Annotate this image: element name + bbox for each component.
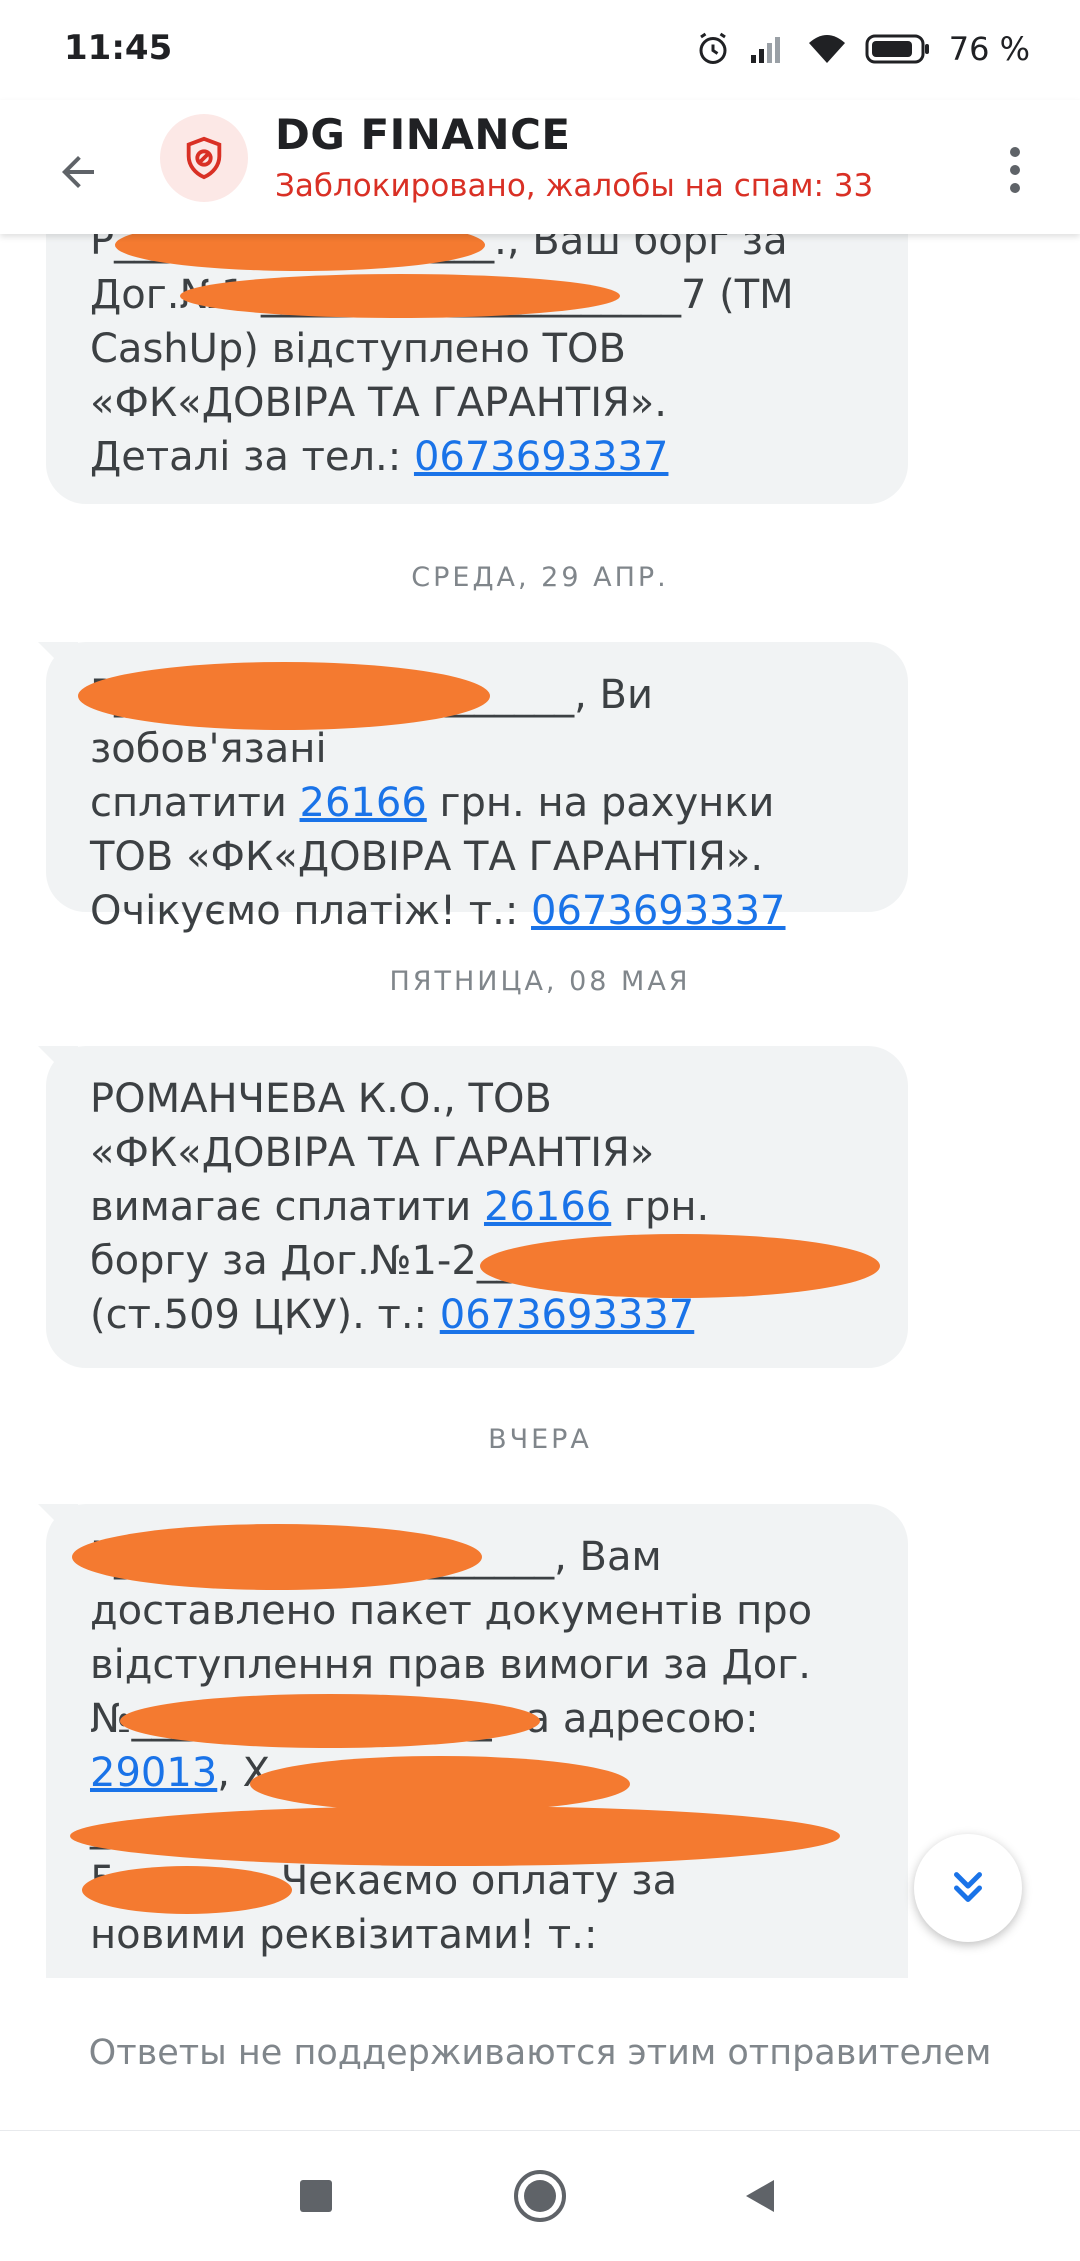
redaction-mark bbox=[82, 1866, 292, 1914]
avatar[interactable] bbox=[160, 114, 248, 202]
amount-link[interactable]: 26166 bbox=[300, 780, 427, 826]
status-icons: 76 % bbox=[695, 26, 1030, 72]
app-bar: DG FINANCE Заблокировано, жалобы на спам… bbox=[0, 100, 1080, 234]
redaction-mark bbox=[180, 274, 620, 318]
date-separator: ПЯТНИЦА, 08 МАЯ bbox=[389, 966, 691, 997]
recents-button[interactable] bbox=[286, 2166, 346, 2226]
message-line: відступлення прав вимоги за Дог. bbox=[90, 1642, 811, 1688]
battery-percent: 76 % bbox=[948, 30, 1030, 68]
wifi-icon bbox=[808, 35, 845, 63]
redaction-mark bbox=[120, 1694, 540, 1748]
signal-icon bbox=[750, 37, 780, 63]
message-line: «ФК«ДОВІРА ТА ГАРАНТІЯ» bbox=[90, 1130, 655, 1176]
system-nav-bar bbox=[0, 2130, 1080, 2261]
triangle-icon bbox=[746, 2180, 774, 2212]
message-line: доставлено пакет документів про bbox=[90, 1588, 813, 1634]
conversation[interactable]: Р___________________., Ваш борг за Дог.№… bbox=[0, 234, 1080, 1979]
circle-icon bbox=[514, 2170, 566, 2222]
home-button[interactable] bbox=[510, 2166, 570, 2226]
zip-link[interactable]: 29013 bbox=[90, 1750, 217, 1796]
redaction-mark bbox=[250, 1756, 630, 1812]
date-separator: СРЕДА, 29 АПР. bbox=[411, 562, 669, 593]
alarm-icon bbox=[699, 32, 727, 64]
message-line: Очікуємо платіж! т.: 0673693337 bbox=[90, 888, 786, 934]
date-separator: ВЧЕРА bbox=[488, 1424, 592, 1455]
redaction-mark bbox=[78, 662, 490, 730]
redaction-mark bbox=[72, 1524, 482, 1590]
message-bubble[interactable]: РОМАНЧЕВА К.О., ТОВ «ФК«ДОВІРА ТА ГАРАНТ… bbox=[38, 1046, 908, 1368]
phone-link[interactable]: 0673693337 bbox=[440, 1292, 695, 1338]
redaction-mark bbox=[480, 1234, 880, 1298]
battery-icon bbox=[865, 34, 929, 64]
message-line: сплатити 26166 грн. на рахунки bbox=[90, 780, 775, 826]
shield-icon bbox=[186, 136, 222, 180]
message-line: вимагає сплатити 26166 грн. bbox=[90, 1184, 710, 1230]
square-icon bbox=[300, 2180, 332, 2212]
status-bar: 11:45 76 % bbox=[0, 0, 1080, 100]
message-line: CashUp) відступлено ТОВ bbox=[90, 326, 626, 372]
redaction-mark bbox=[70, 1806, 840, 1866]
amount-link[interactable]: 26166 bbox=[484, 1184, 611, 1230]
scroll-to-bottom-button[interactable] bbox=[914, 1834, 1022, 1942]
nav-back-button[interactable] bbox=[730, 2166, 790, 2226]
status-time: 11:45 bbox=[64, 28, 173, 68]
spam-status: Заблокировано, жалобы на спам: 33 bbox=[275, 168, 874, 204]
message-line: новими реквізитами! т.: bbox=[90, 1912, 598, 1958]
message-line: «ФК«ДОВІРА ТА ГАРАНТІЯ». bbox=[90, 380, 667, 426]
more-options-button[interactable] bbox=[980, 130, 1050, 210]
sender-name: DG FINANCE bbox=[275, 110, 571, 159]
message-line: РОМАНЧЕВА К.О., ТОВ bbox=[90, 1076, 552, 1122]
back-button[interactable] bbox=[40, 134, 116, 210]
message-line: Деталі за тел.: 0673693337 bbox=[90, 434, 669, 480]
no-reply-notice: Ответы не поддерживаются этим отправител… bbox=[0, 1978, 1080, 2128]
message-line: ТОВ «ФК«ДОВІРА ТА ГАРАНТІЯ». bbox=[90, 834, 764, 880]
phone-link[interactable]: 0673693337 bbox=[531, 888, 786, 934]
more-vert-icon bbox=[1010, 147, 1020, 193]
double-chevron-down-icon bbox=[954, 1872, 982, 1902]
phone-link[interactable]: 0673693337 bbox=[414, 434, 669, 480]
arrow-back-icon bbox=[62, 156, 94, 188]
